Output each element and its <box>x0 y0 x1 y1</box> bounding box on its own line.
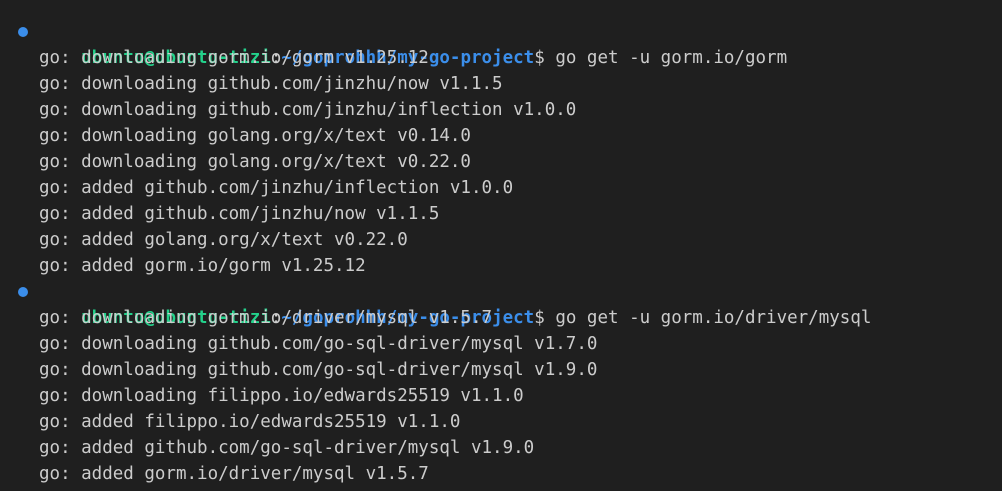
output-line: go: downloading gorm.io/gorm v1.25.12 <box>39 48 429 68</box>
output-line: go: downloading github.com/jinzhu/now v1… <box>39 74 503 94</box>
command-prompt-line: ubuntu@ubuntu-tizi:~/goprohhh/my-go-proj… <box>0 19 1002 68</box>
output-line: go: added github.com/go-sql-driver/mysql… <box>39 438 535 458</box>
output-line: go: downloading filippo.io/edwards25519 … <box>39 386 524 406</box>
output-line: go: added github.com/jinzhu/now v1.1.5 <box>39 204 440 224</box>
output-line: go: downloading github.com/go-sql-driver… <box>39 334 598 354</box>
command-prompt-line: ubuntu@ubuntu-tizi:~/goprohhh/my-go-proj… <box>0 279 1002 328</box>
output-line: go: added gorm.io/driver/mysql v1.5.7 <box>39 464 429 484</box>
output-line: go: downloading golang.org/x/text v0.14.… <box>39 126 471 146</box>
output-line: go: downloading gorm.io/driver/mysql v1.… <box>39 308 493 328</box>
output-line: go: downloading golang.org/x/text v0.22.… <box>39 152 471 172</box>
output-line: go: added filippo.io/edwards25519 v1.1.0 <box>39 412 461 432</box>
output-line: go: added github.com/jinzhu/inflection v… <box>39 178 514 198</box>
output-line: go: added gorm.io/gorm v1.25.12 <box>39 256 366 276</box>
command-decoration-icon[interactable] <box>18 27 28 37</box>
output-line: go: added golang.org/x/text v0.22.0 <box>39 230 408 250</box>
output-line: go: downloading github.com/go-sql-driver… <box>39 360 598 380</box>
command-decoration-icon[interactable] <box>18 287 28 297</box>
output-line: go: downloading github.com/jinzhu/inflec… <box>39 100 577 120</box>
terminal-panel[interactable]: ubuntu@ubuntu-tizi:~/goprohhh/my-go-proj… <box>0 0 1002 491</box>
